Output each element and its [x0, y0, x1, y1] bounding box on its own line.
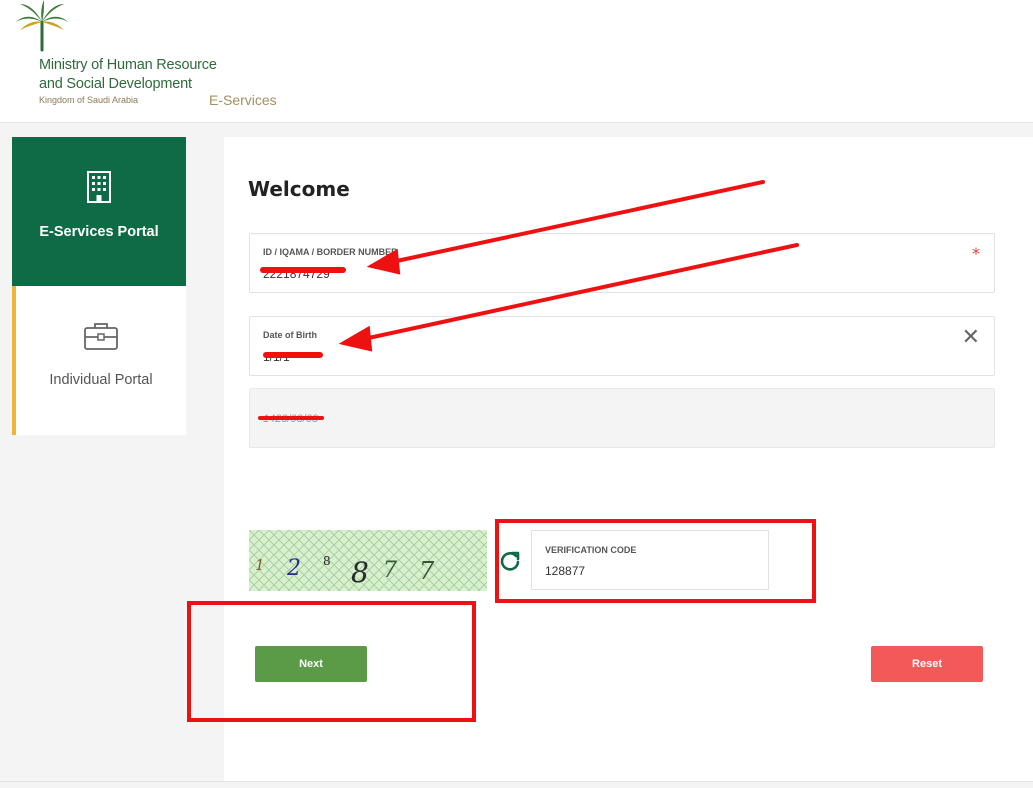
annotation-overlay: [338, 180, 799, 352]
annotation-box-verification: [495, 519, 816, 603]
annotation-arrow-head: [366, 248, 401, 275]
footer-divider: [0, 781, 1033, 782]
annotation-arrow: [362, 243, 799, 341]
annotation-arrow: [390, 180, 765, 264]
annotation-box-next: [187, 601, 476, 722]
annotation-arrow-head: [338, 325, 373, 352]
